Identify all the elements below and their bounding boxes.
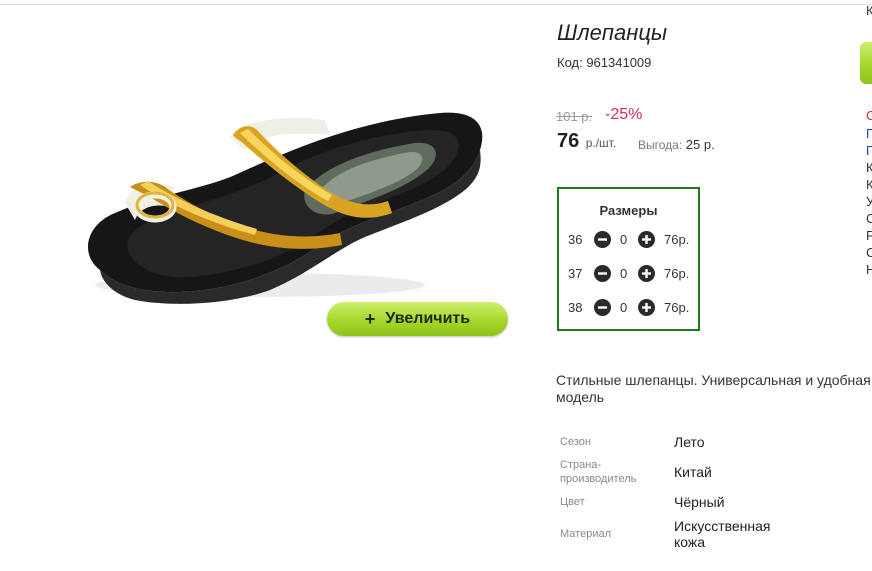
size-row: 38 0 76р. — [559, 298, 700, 318]
zoom-button-label: Увеличить — [385, 310, 471, 327]
right-col-letter: К — [866, 177, 872, 192]
size-quantity: 0 — [620, 266, 628, 281]
product-code: Код: 961341009 — [557, 55, 652, 70]
sizes-title: Размеры — [599, 203, 658, 218]
savings-label: Выгода: — [638, 138, 683, 152]
right-col-letter: С — [866, 211, 872, 226]
savings-value: 25 р. — [685, 137, 715, 152]
savings: Выгода: 25 р. — [638, 137, 715, 152]
size-row: 37 0 76р. — [559, 264, 700, 284]
product-description: Стильные шлепанцы. Универсальная и удобн… — [556, 372, 871, 405]
right-col-letter: С — [866, 108, 872, 123]
size-number: 37 — [568, 266, 583, 281]
size-price: 76р. — [664, 300, 690, 315]
size-quantity: 0 — [620, 300, 628, 315]
top-divider — [0, 4, 872, 5]
attr-label-country: Страна-производитель — [560, 459, 637, 485]
minus-circle-icon[interactable] — [594, 231, 611, 248]
zoom-button[interactable]: + Увеличить — [327, 302, 508, 336]
discount-badge: -25% — [605, 106, 643, 123]
attr-label-color: Цвет — [560, 496, 585, 508]
attr-label-season: Сезон — [560, 436, 591, 448]
plus-circle-icon[interactable] — [638, 299, 655, 316]
size-quantity: 0 — [620, 232, 628, 247]
right-col-letter: Р — [866, 228, 872, 243]
add-to-cart-button[interactable] — [860, 42, 872, 84]
right-col-letter: К — [866, 160, 872, 175]
price-unit: р./шт. — [585, 136, 617, 150]
right-col-letter: Н — [866, 262, 872, 277]
plus-circle-icon[interactable] — [638, 265, 655, 282]
plus-circle-icon[interactable] — [638, 231, 655, 248]
attr-value-country: Китай — [674, 464, 712, 480]
price: 76 р./шт. — [557, 130, 616, 153]
attr-label-material: Материал — [560, 528, 611, 540]
attr-value-material: Искусственная кожа — [674, 518, 771, 550]
sizes-panel: Размеры 36 0 76р. 37 0 76р. 38 0 76р. — [557, 187, 700, 331]
plus-icon: + — [364, 308, 376, 329]
product-page: + Увеличить Шлепанцы Код: 961341009 101 … — [0, 0, 872, 571]
old-price: 101 р. — [556, 109, 593, 124]
minus-circle-icon[interactable] — [594, 299, 611, 316]
size-price: 76р. — [664, 232, 690, 247]
size-number: 38 — [568, 300, 583, 315]
product-title: Шлепанцы — [557, 20, 668, 45]
right-col-link[interactable]: П — [866, 126, 872, 141]
size-row: 36 0 76р. — [559, 230, 700, 250]
right-top-letter: К — [866, 3, 872, 18]
attr-value-season: Лето — [674, 434, 705, 450]
attr-value-color: Чёрный — [674, 494, 725, 510]
size-price: 76р. — [664, 266, 690, 281]
right-col-letter: У — [866, 194, 872, 209]
size-number: 36 — [568, 232, 583, 247]
product-image[interactable] — [70, 95, 490, 310]
price-value: 76 — [557, 130, 580, 152]
minus-circle-icon[interactable] — [594, 265, 611, 282]
right-col-letter: С — [866, 245, 872, 260]
right-col-link[interactable]: П — [866, 143, 872, 158]
